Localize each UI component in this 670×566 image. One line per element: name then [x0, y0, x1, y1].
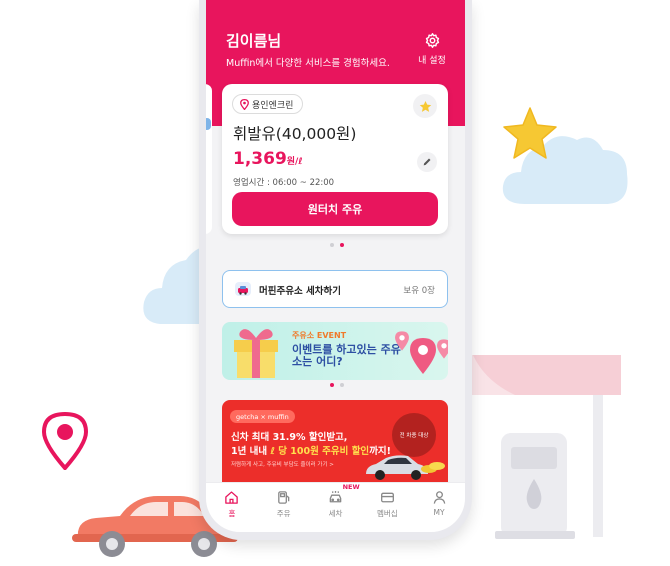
app-screen: 김이름님 Muffin에서 다양한 서비스를 경험하세요. 내 설정 용인엔크린…	[206, 0, 465, 532]
settings-label: 내 설정	[418, 56, 446, 66]
fuel-pump-icon	[278, 491, 290, 504]
tab-my[interactable]: MY	[413, 483, 465, 532]
fuel-price: 1,369원/ℓ	[233, 149, 303, 169]
phone-frame: 김이름님 Muffin에서 다양한 서비스를 경험하세요. 내 설정 용인엔크린…	[199, 0, 472, 540]
promo-highlight: ℓ 당 100원 주유비 할인	[270, 446, 370, 457]
carousel-dot-active[interactable]	[340, 243, 344, 247]
previous-card-marker	[206, 118, 211, 130]
wash-ticket-icon	[235, 282, 251, 296]
one-touch-fuel-button[interactable]: 원터치 주유	[232, 192, 438, 226]
car-wash-label: 머핀주유소 세차하기	[259, 286, 341, 297]
map-pin-icon	[437, 339, 448, 359]
business-hours: 영업시간 : 06:00 ~ 22:00	[233, 178, 335, 188]
promo-brand: getcha × muffin	[230, 410, 295, 423]
station-card[interactable]: 용인엔크린 휘발유(40,000원) 1,369원/ℓ 영업시간 : 06:00…	[222, 84, 448, 234]
wash-ticket-count: 보유 0장	[403, 286, 435, 296]
carousel-dot[interactable]	[340, 383, 344, 387]
event-tag: 주유소 EVENT	[292, 331, 347, 340]
promo-note: 저렴하게 사고, 주유비 부담도 줄이러 가기 >	[231, 462, 334, 468]
car-wash-icon	[238, 286, 248, 295]
tab-label: 멤버십	[376, 509, 398, 518]
gear-icon	[425, 33, 439, 48]
event-carousel-indicator	[330, 383, 344, 387]
coins-image	[421, 462, 445, 473]
star-icon	[503, 107, 557, 159]
car-wash-button[interactable]: 머핀주유소 세차하기 보유 0장	[222, 270, 448, 308]
price-value: 1,369	[233, 149, 287, 169]
person-icon	[433, 491, 445, 504]
map-pin-icon	[410, 338, 436, 374]
promo-badge: 전 차종 대상	[392, 413, 436, 457]
tab-label: 주유	[276, 509, 291, 518]
car-wash-icon	[329, 490, 342, 503]
carousel-dot-active[interactable]	[330, 383, 334, 387]
carousel-dot[interactable]	[330, 243, 334, 247]
edit-button[interactable]	[417, 152, 437, 172]
map-pin-icon	[395, 331, 409, 351]
promo-subheadline-pre: 1년 내내	[231, 446, 271, 457]
fuel-type: 휘발유(40,000원)	[233, 125, 357, 143]
event-title: 이벤트를 하고있는 주유소는 어디?	[292, 343, 401, 368]
event-banner[interactable]: 주유소 EVENT 이벤트를 하고있는 주유소는 어디?	[222, 322, 448, 380]
tab-membership[interactable]: 멤버십	[361, 483, 413, 532]
price-unit: 원/ℓ	[286, 157, 303, 167]
settings-button[interactable]: 내 설정	[411, 32, 453, 66]
tab-car-wash[interactable]: NEW 세차	[310, 483, 362, 532]
location-pin-icon	[41, 411, 89, 470]
star-icon	[419, 100, 431, 112]
tab-label: MY	[433, 508, 445, 517]
tab-home[interactable]: 홈	[206, 483, 258, 532]
promo-banner[interactable]: getcha × muffin 신차 최대 31.9% 할인받고, 1년 내내 …	[222, 400, 448, 482]
gift-box-icon	[234, 329, 278, 378]
station-location: 용인엔크린	[252, 100, 294, 111]
bottom-tab-bar: 홈 주유 NEW 세차 멤버십 MY	[206, 482, 465, 532]
tab-label: 세차	[328, 509, 343, 518]
user-greeting: 김이름님	[226, 32, 282, 50]
tab-label: 홈	[228, 509, 236, 518]
station-carousel-indicator	[330, 243, 344, 247]
pencil-icon	[423, 158, 431, 166]
station-location-tag[interactable]: 용인엔크린	[232, 94, 304, 114]
home-icon	[225, 491, 239, 504]
location-pin-icon	[240, 98, 249, 110]
gas-station-illustration	[455, 355, 621, 539]
stage: 김이름님 Muffin에서 다양한 서비스를 경험하세요. 내 설정 용인엔크린…	[0, 0, 670, 566]
promo-headline: 신차 최대 31.9% 할인받고,	[231, 432, 348, 443]
membership-card-icon	[380, 492, 394, 503]
new-badge: NEW	[342, 483, 360, 491]
previous-card-peek[interactable]	[206, 84, 212, 234]
welcome-message: Muffin에서 다양한 서비스를 경험하세요.	[226, 58, 390, 69]
favorite-button[interactable]	[413, 94, 437, 118]
tab-fuel[interactable]: 주유	[258, 483, 310, 532]
